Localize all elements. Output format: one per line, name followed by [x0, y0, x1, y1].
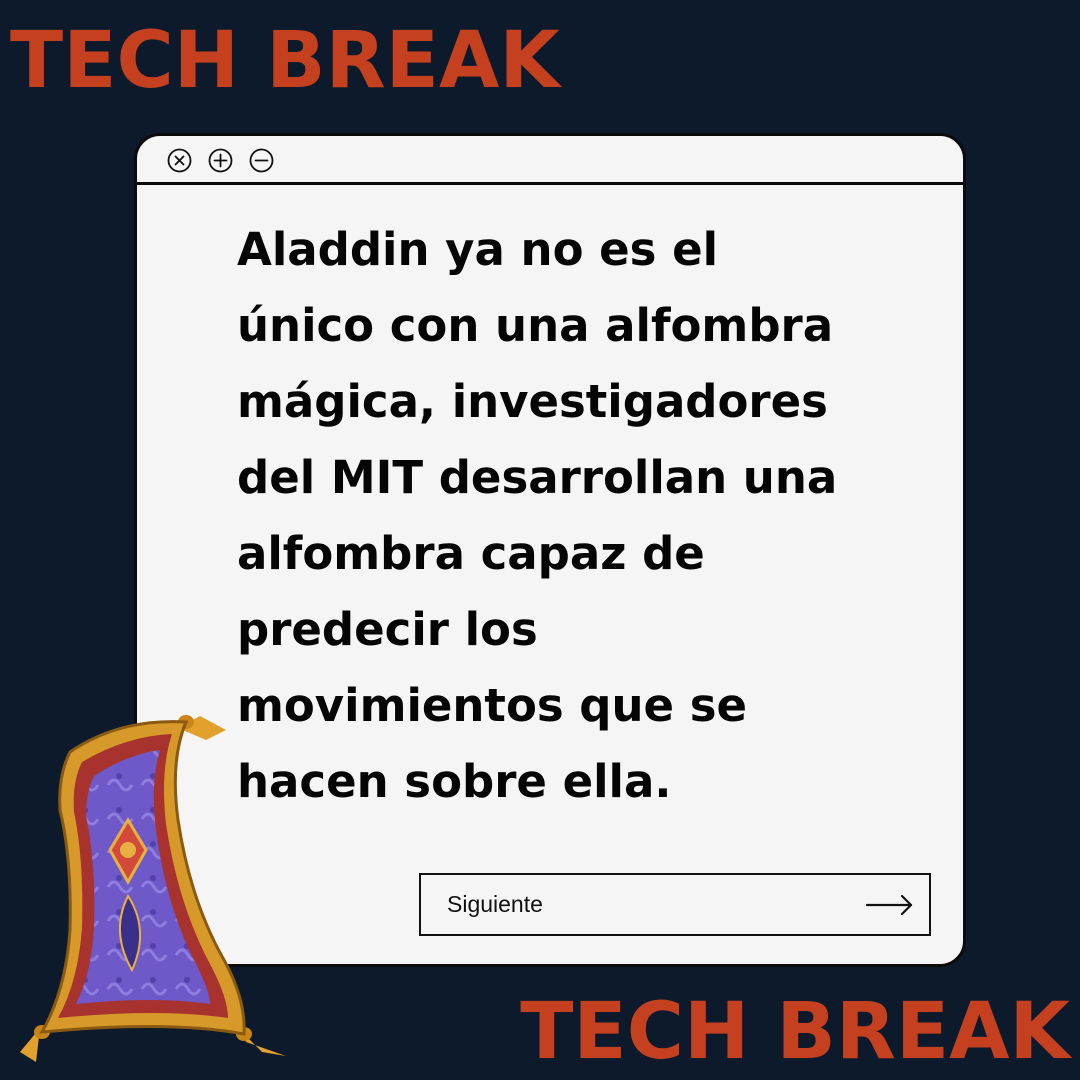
minus-icon[interactable] [249, 148, 274, 173]
message-line: predecir los [237, 603, 538, 656]
close-icon[interactable] [167, 148, 192, 173]
arrow-right-icon [865, 893, 915, 917]
message-line: Aladdin ya no es el [237, 223, 719, 276]
next-button[interactable]: Siguiente [419, 873, 931, 936]
brand-title-bottom: TECH BREAK [520, 987, 1070, 1077]
message-line: único con una alfombra [237, 299, 834, 352]
message-line: movimientos que se [237, 679, 748, 732]
message-line: mágica, investigadores [237, 375, 828, 428]
message-line: hacen sobre ella. [237, 755, 672, 808]
next-button-label: Siguiente [447, 891, 543, 917]
magic-carpet-icon [20, 715, 286, 1062]
message-line: alfombra capaz de [237, 527, 705, 580]
message-text: Aladdin ya no es el único con una alfomb… [237, 212, 937, 820]
plus-icon[interactable] [208, 148, 233, 173]
message-line: del MIT desarrollan una [237, 451, 838, 504]
window-titlebar [137, 136, 963, 185]
brand-title-top: TECH BREAK [10, 16, 560, 106]
